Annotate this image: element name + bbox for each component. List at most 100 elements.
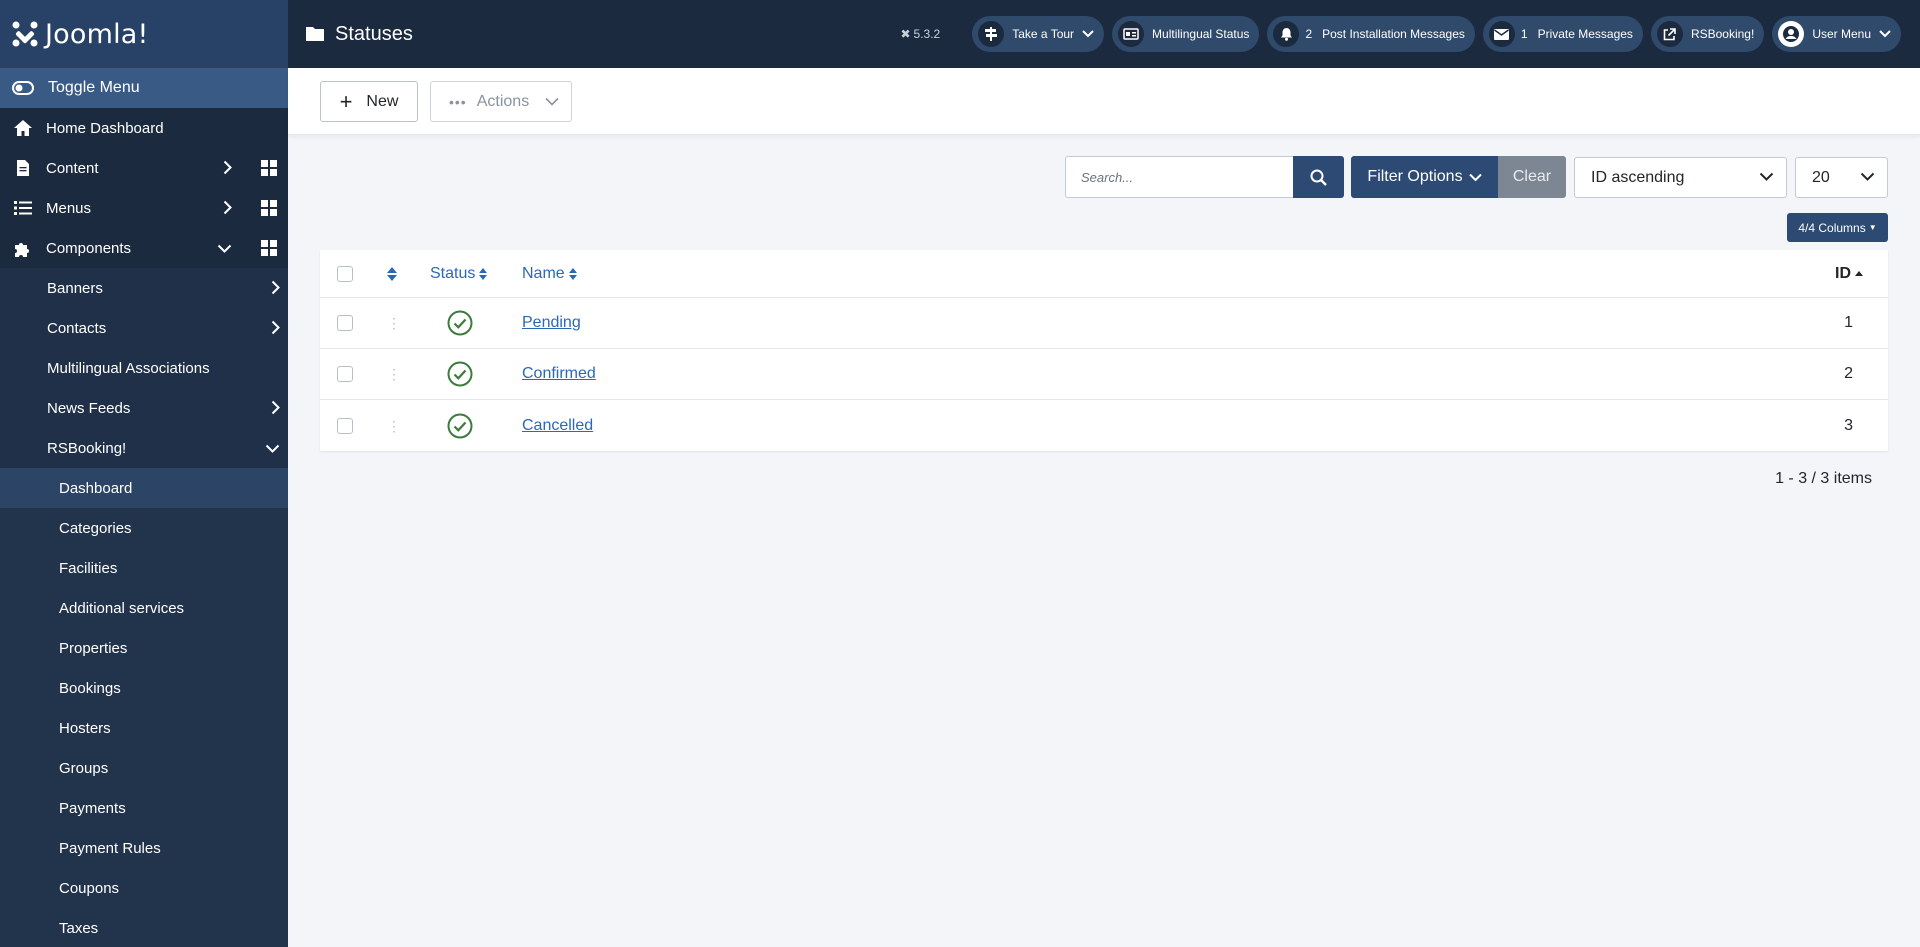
sidebar-item-rsbooking-dashboard[interactable]: Dashboard	[0, 468, 288, 508]
sidebar-item-components[interactable]: Components	[0, 228, 288, 268]
sidebar-item-banners[interactable]: Banners	[0, 268, 288, 308]
sidebar-item-content[interactable]: Content	[0, 148, 288, 188]
actions-dropdown[interactable]: ••• Actions	[430, 81, 572, 122]
toggle-menu-button[interactable]: Toggle Menu	[0, 68, 288, 108]
rsbooking-site-button[interactable]: RSBooking!	[1650, 16, 1765, 52]
clear-button[interactable]: Clear	[1498, 156, 1566, 198]
chevron-down-icon[interactable]	[217, 244, 232, 253]
chevron-right-icon[interactable]	[271, 280, 280, 295]
search-icon	[1310, 169, 1327, 186]
filter-options-button[interactable]: Filter Options	[1351, 156, 1498, 198]
row-checkbox[interactable]	[337, 315, 353, 331]
sort-icon	[479, 267, 488, 280]
id-column-header[interactable]: ID	[1835, 265, 1864, 283]
sidebar-item-coupons[interactable]: Coupons	[0, 868, 288, 908]
sidebar-item-properties[interactable]: Properties	[0, 628, 288, 668]
status-name-link[interactable]: Pending	[522, 314, 581, 332]
drag-handle-icon[interactable]: ⋮	[387, 419, 401, 433]
sidebar-item-label: Coupons	[59, 879, 120, 897]
status-name-link[interactable]: Confirmed	[522, 365, 596, 383]
take-a-tour-button[interactable]: Take a Tour	[972, 16, 1105, 52]
sidebar-item-label: Menus	[46, 199, 92, 217]
new-button-label: New	[366, 92, 399, 110]
sidebar-item-payment-rules[interactable]: Payment Rules	[0, 828, 288, 868]
sidebar-item-hosters[interactable]: Hosters	[0, 708, 288, 748]
sort-ascending-icon	[1855, 271, 1863, 276]
new-button[interactable]: + New	[320, 81, 418, 122]
sidebar-item-label: News Feeds	[47, 399, 131, 417]
sidebar-item-label: RSBooking!	[47, 439, 127, 457]
sidebar: Toggle Menu Home Dashboard Content Menus…	[0, 68, 288, 947]
chevron-right-icon[interactable]	[223, 200, 232, 215]
sidebar-item-additional-services[interactable]: Additional services	[0, 588, 288, 628]
sidebar-item-facilities[interactable]: Facilities	[0, 548, 288, 588]
select-all-checkbox[interactable]	[337, 265, 353, 282]
chevron-right-icon[interactable]	[223, 160, 232, 175]
drag-handle-icon[interactable]: ⋮	[387, 367, 401, 381]
sidebar-item-multilingual-associations[interactable]: Multilingual Associations	[0, 348, 288, 388]
dashboard-grid-icon[interactable]	[261, 240, 277, 256]
private-messages-button[interactable]: 1 Private Messages	[1482, 16, 1643, 52]
ordering-select[interactable]: ID ascending	[1574, 157, 1787, 198]
search-input[interactable]: Search...	[1065, 156, 1294, 198]
post-installation-label: Post Installation Messages	[1322, 27, 1465, 41]
top-header: Joomla! Statuses ✖ 5.3.2 Take a Tour Mul…	[0, 0, 1920, 68]
published-check-icon[interactable]	[447, 413, 473, 439]
chevron-down-icon[interactable]	[265, 444, 280, 453]
name-column-header[interactable]: Name	[522, 265, 578, 283]
user-circle-icon	[1778, 21, 1805, 47]
statuses-table: Status Name ID ⋮ Pending 1 ⋮ Confirmed 2…	[320, 250, 1888, 451]
toggle-switch-icon	[12, 81, 34, 95]
version-text: 5.3.2	[913, 27, 941, 41]
sidebar-item-label: Payment Rules	[59, 839, 161, 857]
take-a-tour-label: Take a Tour	[1012, 27, 1075, 41]
dashboard-grid-icon[interactable]	[261, 160, 277, 176]
sidebar-item-label: Components	[46, 239, 132, 257]
sidebar-item-home-dashboard[interactable]: Home Dashboard	[0, 108, 288, 148]
chevron-down-icon	[1879, 30, 1891, 38]
sidebar-item-label: Home Dashboard	[46, 119, 164, 137]
published-check-icon[interactable]	[447, 310, 473, 336]
sidebar-item-categories[interactable]: Categories	[0, 508, 288, 548]
sidebar-item-label: Groups	[59, 759, 109, 777]
sidebar-item-rsbooking[interactable]: RSBooking!	[0, 428, 288, 468]
joomla-wordmark: Joomla!	[45, 18, 149, 50]
sidebar-item-groups[interactable]: Groups	[0, 748, 288, 788]
dashboard-grid-icon[interactable]	[261, 200, 277, 216]
sidebar-item-contacts[interactable]: Contacts	[0, 308, 288, 348]
chevron-right-icon[interactable]	[271, 320, 280, 335]
signpost-icon	[978, 21, 1005, 47]
page-title: Statuses	[305, 23, 413, 46]
joomla-logo[interactable]: Joomla!	[0, 0, 288, 68]
chevron-down-icon	[1468, 173, 1482, 181]
sidebar-item-label: Additional services	[59, 599, 185, 617]
row-checkbox[interactable]	[337, 417, 353, 434]
sort-ordering-icon[interactable]	[386, 266, 398, 282]
drag-handle-icon[interactable]: ⋮	[387, 316, 401, 330]
row-checkbox[interactable]	[337, 366, 353, 382]
search-button[interactable]	[1293, 156, 1344, 198]
joomla-small-icon: ✖	[900, 27, 911, 41]
plus-icon: +	[339, 88, 353, 114]
puzzle-icon	[12, 239, 34, 257]
ordering-select-value: ID ascending	[1591, 168, 1685, 186]
chevron-down-icon	[1860, 172, 1875, 181]
sort-icon	[568, 267, 577, 280]
user-menu-button[interactable]: User Menu	[1772, 16, 1901, 52]
joomla-logo-icon	[12, 21, 38, 47]
chevron-down-icon	[1759, 172, 1774, 181]
chevron-right-icon[interactable]	[271, 400, 280, 415]
folder-icon	[306, 27, 324, 41]
sidebar-item-taxes[interactable]: Taxes	[0, 908, 288, 947]
sidebar-item-news-feeds[interactable]: News Feeds	[0, 388, 288, 428]
multilingual-status-button[interactable]: Multilingual Status	[1112, 16, 1260, 52]
sidebar-item-menus[interactable]: Menus	[0, 188, 288, 228]
post-installation-messages-button[interactable]: 2 Post Installation Messages	[1267, 16, 1475, 52]
limit-select[interactable]: 20	[1795, 157, 1888, 198]
status-name-link[interactable]: Cancelled	[522, 417, 593, 435]
columns-toggle-button[interactable]: 4/4 Columns ▼	[1787, 213, 1888, 242]
sidebar-item-bookings[interactable]: Bookings	[0, 668, 288, 708]
status-column-header[interactable]: Status	[430, 265, 488, 283]
published-check-icon[interactable]	[447, 361, 473, 387]
sidebar-item-payments[interactable]: Payments	[0, 788, 288, 828]
